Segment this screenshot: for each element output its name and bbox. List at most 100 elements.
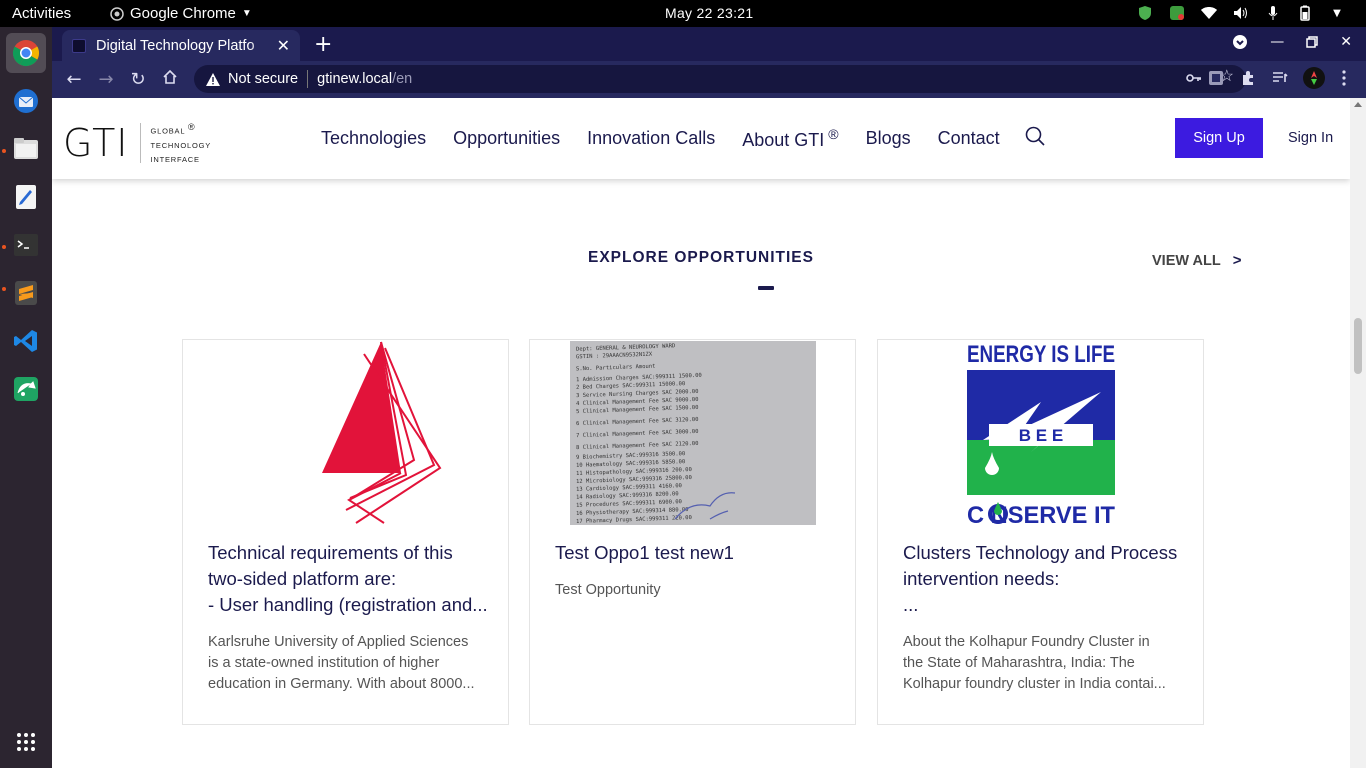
home-icon[interactable] (160, 69, 180, 90)
new-tab-button[interactable]: + (314, 32, 332, 57)
search-icon[interactable] (1025, 126, 1045, 151)
sign-in-link[interactable]: Sign In (1288, 130, 1333, 146)
minimize-icon[interactable]: — (1270, 34, 1284, 50)
sign-up-button[interactable]: Sign Up (1175, 118, 1263, 158)
page-scrollbar[interactable] (1350, 98, 1366, 768)
system-tray[interactable]: ▼ (1136, 4, 1346, 22)
system-menu-caret-icon[interactable]: ▼ (1328, 4, 1346, 22)
section-title-underline (758, 286, 774, 290)
profile-avatar[interactable] (1303, 67, 1325, 89)
logo-subtitle: GLOBAL ® TECHNOLOGY INTERFACE (151, 120, 212, 167)
tab-close-icon[interactable]: ✕ (277, 36, 290, 55)
dock-chrome[interactable] (6, 33, 46, 73)
maximize-icon[interactable] (1306, 36, 1319, 48)
extensions-puzzle-icon[interactable] (1239, 69, 1257, 87)
caret-down-icon: ▼ (241, 8, 252, 19)
security-label[interactable]: Not secure (228, 71, 298, 87)
view-all-link[interactable]: VIEW ALL > (1152, 252, 1242, 269)
dock-files[interactable] (6, 129, 46, 169)
card-image (183, 340, 508, 525)
running-indicator (2, 149, 6, 153)
nav-contact[interactable]: Contact (938, 128, 1000, 149)
clock[interactable]: May 22 23:21 (665, 5, 753, 21)
microphone-icon[interactable] (1264, 4, 1282, 22)
card-title[interactable]: Test Oppo1 test new1 (555, 540, 835, 566)
logo-sub-line: GLOBAL (150, 126, 186, 136)
opportunity-card[interactable]: Technical requirements of this two-sided… (182, 339, 509, 725)
energy-logo-middle: B E E (1018, 426, 1062, 445)
url-host: gtinew.local (317, 71, 393, 87)
tab-search-icon[interactable] (1232, 34, 1248, 50)
key-icon[interactable] (1185, 71, 1202, 87)
site-header: GTI GLOBAL ® TECHNOLOGY INTERFACE Techno… (52, 98, 1350, 179)
url-path: /en (392, 71, 413, 87)
dock (0, 27, 52, 768)
opportunity-card[interactable]: ENERGY IS LIFE B E E C NSERVE IT Cluster… (877, 339, 1204, 725)
show-applications[interactable] (6, 722, 46, 762)
update-icon[interactable] (1168, 4, 1186, 22)
card-desc-line: is a state-owned institution of higher (208, 655, 440, 671)
battery-icon[interactable] (1296, 4, 1314, 22)
registered-mark: ® (828, 126, 839, 142)
dock-sublime[interactable] (6, 273, 46, 313)
card-title[interactable]: Technical requirements of this two-sided… (208, 540, 488, 618)
card-title-line: Test Oppo1 test new1 (555, 542, 734, 563)
card-desc-line: Kolhapur foundry cluster in India contai… (903, 676, 1166, 692)
menu-kebab-icon[interactable] (1335, 69, 1353, 87)
nav-about-gti[interactable]: About GTI ® (742, 126, 838, 151)
running-indicator (2, 245, 6, 249)
address-bar[interactable]: Not secure gtinew.local/en ☆ (194, 65, 1246, 93)
logo-sub-line: INTERFACE (150, 154, 200, 164)
back-icon[interactable]: ← (64, 69, 84, 90)
app-menu[interactable]: Google Chrome ▼ (110, 5, 252, 22)
opportunity-card[interactable]: Dept: GENERAL & NEUROLOGY WARD GSTIN : 2… (529, 339, 856, 725)
card-desc-line: education in Germany. With about 8000... (208, 676, 475, 692)
nav-innovation-calls[interactable]: Innovation Calls (587, 128, 715, 149)
text-editor-icon (16, 185, 36, 209)
extension-icon[interactable] (1207, 69, 1225, 87)
card-image: Dept: GENERAL & NEUROLOGY WARD GSTIN : 2… (530, 340, 855, 525)
warning-icon (206, 72, 220, 86)
reload-icon[interactable]: ↻ (128, 69, 148, 90)
nav-opportunities[interactable]: Opportunities (453, 128, 560, 149)
nav-blogs[interactable]: Blogs (866, 128, 911, 149)
running-indicator (2, 287, 6, 291)
favicon-icon (72, 38, 86, 53)
scrollbar-thumb[interactable] (1354, 318, 1362, 374)
bee-energy-logo: ENERGY IS LIFE B E E C NSERVE IT (966, 341, 1115, 525)
main-nav: Technologies Opportunities Innovation Ca… (321, 126, 1045, 151)
window-controls: — ✕ (1232, 34, 1352, 50)
card-title[interactable]: Clusters Technology and Process interven… (903, 540, 1183, 618)
gti-logo[interactable]: GTI GLOBAL ® TECHNOLOGY INTERFACE (63, 120, 211, 167)
tab-active[interactable]: Digital Technology Platfo ✕ (62, 30, 300, 61)
close-window-icon[interactable]: ✕ (1340, 34, 1352, 50)
card-title-line: Clusters Technology and Process (903, 542, 1178, 563)
card-description: Karlsruhe University of Applied Sciences… (208, 632, 490, 695)
dock-terminal[interactable] (6, 225, 46, 265)
thunderbird-icon (14, 89, 38, 113)
wifi-icon[interactable] (1200, 4, 1218, 22)
activities-button[interactable]: Activities (12, 5, 71, 22)
omnibox-divider (307, 70, 309, 88)
view-all-label: VIEW ALL (1152, 252, 1221, 269)
tab-strip: Digital Technology Platfo ✕ + — ✕ (52, 27, 1366, 61)
nav-technologies[interactable]: Technologies (321, 128, 426, 149)
volume-icon[interactable] (1232, 4, 1250, 22)
media-queue-icon[interactable] (1271, 69, 1289, 87)
forward-icon[interactable]: → (96, 69, 116, 90)
shield-icon[interactable] (1136, 4, 1154, 22)
apps-grid-icon (17, 733, 35, 751)
dock-remmina[interactable] (6, 369, 46, 409)
card-desc-line: Karlsruhe University of Applied Sciences (208, 634, 469, 650)
card-description: Test Opportunity (555, 580, 837, 601)
tab-title: Digital Technology Platfo (96, 37, 255, 54)
registered-mark: ® (187, 122, 196, 132)
dock-text-editor[interactable] (6, 177, 46, 217)
chevron-right-icon: > (1232, 252, 1242, 269)
card-title-line: intervention needs: (903, 568, 1060, 589)
dock-vscode[interactable] (6, 321, 46, 361)
scroll-up-arrow-icon[interactable] (1354, 102, 1362, 107)
red-triangles-logo (321, 341, 441, 524)
dock-thunderbird[interactable] (6, 81, 46, 121)
browser-toolbar: ← → ↻ Not secure gtinew.local/en ☆ (52, 61, 1366, 98)
